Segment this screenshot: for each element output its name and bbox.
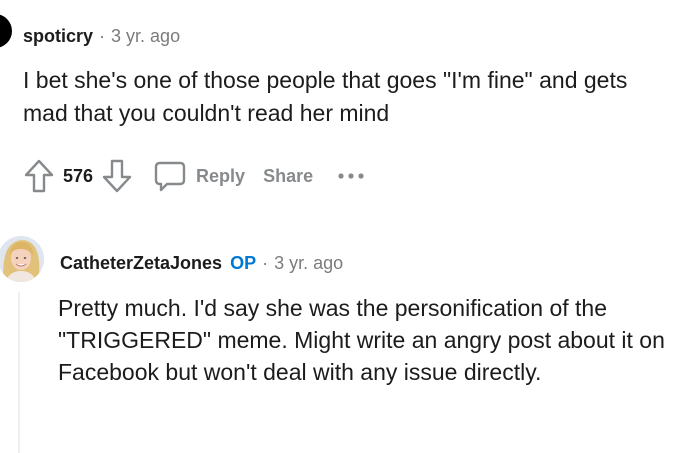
upvote-button[interactable]: [21, 156, 57, 196]
comment-body: Pretty much. I'd say she was the personi…: [58, 295, 665, 385]
avatar[interactable]: [0, 236, 44, 282]
comment-actions: 576 Reply Share: [21, 156, 365, 196]
reply-button[interactable]: Reply: [153, 159, 245, 193]
downvote-button[interactable]: [99, 156, 135, 196]
horizontal-dots-icon: [338, 173, 364, 179]
comment-timestamp[interactable]: 3 yr. ago: [274, 253, 343, 274]
arrow-down-outline-icon: [102, 159, 132, 193]
reply-label: Reply: [196, 165, 246, 186]
comment-meta: CatheterZetaJones OP · 3 yr. ago: [60, 251, 343, 275]
more-options-button[interactable]: [337, 156, 365, 196]
share-label: Share: [263, 165, 314, 186]
arrow-up-outline-icon: [24, 159, 54, 193]
comment-author[interactable]: CatheterZetaJones: [60, 253, 222, 274]
speech-bubble-icon: [154, 161, 186, 192]
comment-body: I bet she's one of those people that goe…: [23, 67, 628, 126]
share-button[interactable]: Share: [263, 166, 313, 187]
comment-author[interactable]: spoticry: [23, 26, 93, 47]
op-badge: OP: [230, 252, 257, 273]
meta-separator: ·: [99, 25, 106, 46]
vote-score: 576: [63, 165, 94, 186]
profile-photo-icon: [0, 236, 44, 282]
comment-timestamp[interactable]: 3 yr. ago: [111, 26, 180, 47]
thread-line[interactable]: [18, 292, 20, 453]
avatar[interactable]: [0, 14, 12, 48]
comment-meta: spoticry · 3 yr. ago: [23, 24, 180, 48]
meta-separator: ·: [262, 252, 269, 273]
